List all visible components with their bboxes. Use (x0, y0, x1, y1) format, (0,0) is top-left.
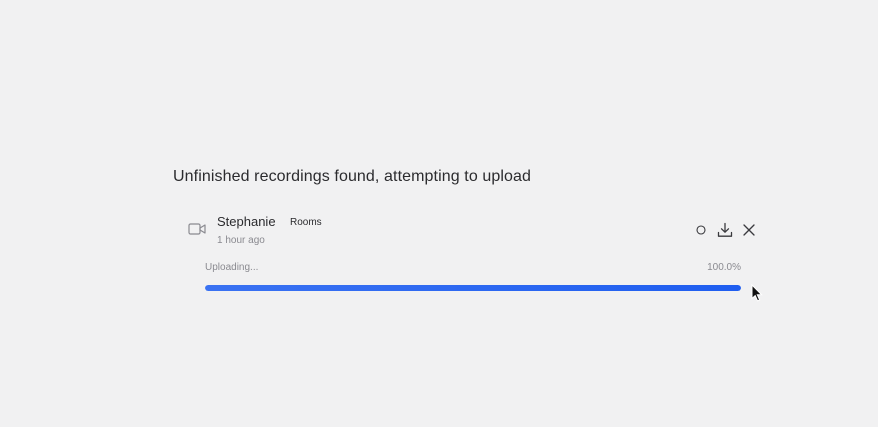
mouse-cursor-icon (751, 283, 763, 302)
panel-heading: Unfinished recordings found, attempting … (173, 168, 532, 185)
upload-status: Uploading... (205, 262, 259, 273)
upload-progress-bar (205, 285, 741, 291)
upload-percent: 100.0% (707, 262, 741, 273)
download-icon[interactable] (717, 222, 733, 238)
recording-item: Stephanie Rooms 1 hour ago (173, 214, 755, 254)
upload-status-row: Uploading... 100.0% (205, 262, 741, 276)
video-camera-icon (188, 222, 206, 236)
close-icon[interactable] (741, 222, 757, 238)
recording-time: 1 hour ago (217, 235, 265, 246)
unfinished-recordings-panel: Unfinished recordings found, attempting … (173, 166, 755, 291)
upload-progress-fill (205, 285, 741, 291)
recording-tag: Rooms (290, 217, 322, 228)
recording-name: Stephanie (217, 214, 276, 229)
circle-icon[interactable] (693, 222, 709, 238)
